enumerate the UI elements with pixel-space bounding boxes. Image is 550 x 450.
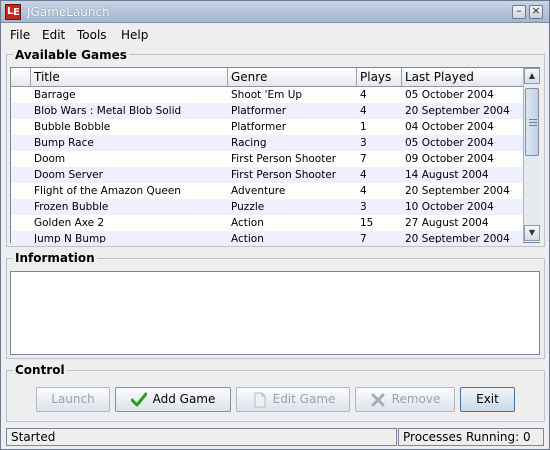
exit-button-label: Exit: [476, 392, 499, 406]
games-panel-title: Available Games: [13, 48, 129, 62]
cell-plays: 7: [360, 233, 367, 243]
cell-plays: 1: [360, 121, 367, 133]
cell-title: Flight of the Amazon Queen: [34, 185, 181, 197]
cell-last-played: 09 October 2004: [405, 153, 494, 165]
cell-last-played: 27 August 2004: [405, 217, 489, 229]
table-row[interactable]: Bubble Bobble Platformer 1 04 October 2004: [11, 119, 523, 135]
cell-last-played: 05 October 2004: [405, 89, 494, 101]
table-row[interactable]: Flight of the Amazon Queen Adventure 4 20 S…: [11, 183, 523, 199]
table-row[interactable]: Blob Wars : Metal Blob Solid Platformer 4 2…: [11, 103, 523, 119]
cell-genre: Platformer: [231, 105, 287, 117]
menu-file[interactable]: File: [10, 28, 30, 42]
cell-plays: 4: [360, 169, 367, 181]
checkmark-icon: [131, 392, 147, 407]
launch-button[interactable]: Launch: [36, 387, 110, 412]
cell-plays: 3: [360, 137, 367, 149]
document-icon: [254, 392, 266, 408]
cell-last-played: 20 September 2004: [405, 185, 510, 197]
add-game-button[interactable]: Add Game: [115, 387, 231, 412]
cell-genre: Puzzle: [231, 201, 265, 213]
scroll-up-button[interactable]: ▲: [524, 68, 540, 84]
table-row[interactable]: Doom Server First Person Shooter 4 14 Augus…: [11, 167, 523, 183]
cell-plays: 4: [360, 105, 367, 117]
cell-plays: 4: [360, 185, 367, 197]
title-bar[interactable]: LE JGameLaunch – ×: [1, 1, 549, 23]
processes-running-status: Processes Running: 0: [398, 428, 544, 446]
app-window: LE JGameLaunch – × File Edit Tools Help …: [0, 0, 550, 450]
table-row[interactable]: Golden Axe 2 Action 15 27 August 2004: [11, 215, 523, 231]
menu-bar: File Edit Tools Help: [1, 24, 549, 46]
arrow-up-icon: ▲: [528, 71, 536, 80]
table-row[interactable]: Bump Race Racing 3 05 October 2004: [11, 135, 523, 151]
cell-last-played: 10 October 2004: [405, 201, 494, 213]
column-header-genre[interactable]: Genre: [228, 68, 357, 86]
cell-genre: Action: [231, 233, 264, 243]
launch-button-label: Launch: [51, 392, 95, 406]
cell-genre: Shoot 'Em Up: [231, 89, 303, 101]
minimize-icon: –: [516, 4, 522, 17]
table-header: Title Genre Plays Last Played: [11, 68, 523, 87]
info-text-area[interactable]: [10, 271, 540, 355]
close-button[interactable]: ×: [529, 4, 543, 19]
column-header-plays[interactable]: Plays: [357, 68, 402, 86]
menu-tools[interactable]: Tools: [77, 28, 107, 42]
cell-title: Bump Race: [34, 137, 94, 149]
cell-title: Doom Server: [34, 169, 103, 181]
cell-last-played: 05 October 2004: [405, 137, 494, 149]
cell-last-played: 20 September 2004: [405, 105, 510, 117]
cell-genre: First Person Shooter: [231, 153, 337, 165]
menu-edit[interactable]: Edit: [42, 28, 65, 42]
games-table: Title Genre Plays Last Played Barrage Sho…: [10, 67, 540, 243]
arrow-down-icon: ▼: [528, 228, 536, 237]
cell-last-played: 04 October 2004: [405, 121, 494, 133]
cell-title: Blob Wars : Metal Blob Solid: [34, 105, 182, 117]
table-row[interactable]: Frozen Bubble Puzzle 3 10 October 2004: [11, 199, 523, 215]
remove-button[interactable]: Remove: [355, 387, 455, 412]
table-row[interactable]: Doom First Person Shooter 7 09 October 2004: [11, 151, 523, 167]
cell-title: Doom: [34, 153, 66, 165]
table-row[interactable]: Barrage Shoot 'Em Up 4 05 October 2004: [11, 87, 523, 103]
cell-title: Jump N Bump: [34, 233, 106, 243]
status-message: Started: [6, 428, 397, 446]
close-icon: ×: [531, 4, 541, 17]
cell-last-played: 14 August 2004: [405, 169, 489, 181]
cell-genre: Racing: [231, 137, 267, 149]
cell-plays: 3: [360, 201, 367, 213]
cell-title: Barrage: [34, 89, 76, 101]
table-body: Barrage Shoot 'Em Up 4 05 October 2004 Blob …: [11, 87, 523, 243]
cell-last-played: 20 September 2004: [405, 233, 510, 243]
cell-genre: Adventure: [231, 185, 286, 197]
cell-plays: 15: [360, 217, 374, 229]
x-icon: [371, 393, 385, 407]
cell-title: Bubble Bobble: [34, 121, 111, 133]
table-row[interactable]: Jump N Bump Action 7 20 September 2004: [11, 231, 523, 243]
column-header-blank: [11, 68, 31, 86]
cell-plays: 7: [360, 153, 367, 165]
menu-help[interactable]: Help: [121, 28, 148, 42]
jgamelaunch-logo-icon: LE: [5, 4, 21, 20]
cell-title: Frozen Bubble: [34, 201, 109, 213]
window-title: JGameLaunch: [27, 5, 110, 19]
cell-genre: Action: [231, 217, 264, 229]
minimize-button[interactable]: –: [512, 4, 526, 19]
vertical-scrollbar[interactable]: ▲ ▼: [523, 68, 540, 242]
cell-plays: 4: [360, 89, 367, 101]
column-header-last-played[interactable]: Last Played: [402, 68, 523, 86]
cell-genre: Platformer: [231, 121, 287, 133]
info-panel-title: Information: [13, 251, 97, 265]
column-header-title[interactable]: Title: [31, 68, 228, 86]
edit-game-button[interactable]: Edit Game: [236, 387, 350, 412]
cell-title: Golden Axe 2: [34, 217, 105, 229]
cell-genre: First Person Shooter: [231, 169, 337, 181]
control-panel-title: Control: [13, 363, 67, 377]
exit-button[interactable]: Exit: [460, 387, 515, 412]
scroll-thumb[interactable]: [525, 88, 539, 156]
scroll-down-button[interactable]: ▼: [524, 225, 540, 241]
